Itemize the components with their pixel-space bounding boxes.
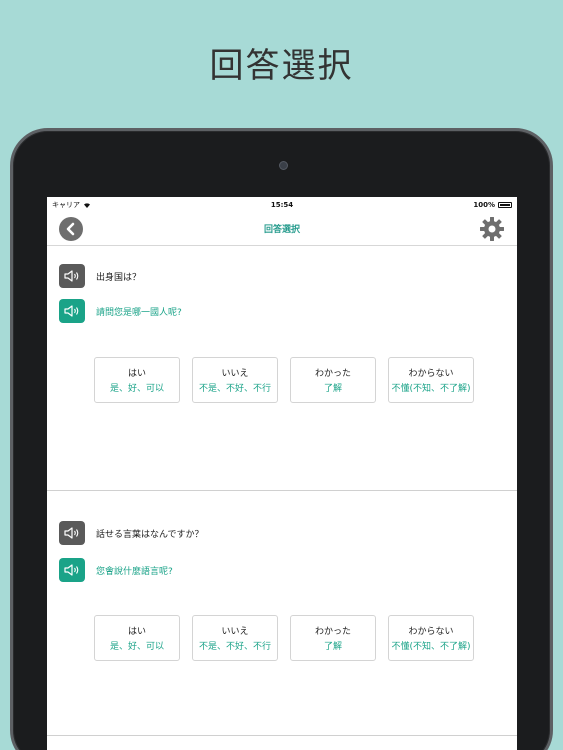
battery-icon [498, 201, 512, 208]
speaker-icon [64, 527, 79, 539]
answer-label-zh: 不是、不好、不行 [198, 384, 271, 394]
answer-label-jp: わからない [408, 369, 454, 379]
answer-label-jp: わかった [314, 369, 351, 379]
answer-button-dont-understand[interactable]: わからない 不懂(不知、不了解) [388, 357, 474, 403]
answer-button-yes[interactable]: はい 是、好、可以 [94, 357, 180, 403]
question-row: 出身国は？ [59, 264, 141, 288]
gear-icon[interactable] [479, 216, 505, 242]
translation-row: 請問您是哪一國人呢? [59, 299, 182, 323]
answer-label-jp: いいえ [221, 627, 249, 637]
answer-options: はい 是、好、可以 いいえ 不是、不好、不行 わかった 了解 わからない 不懂(… [94, 615, 474, 661]
answer-label-jp: わからない [408, 627, 454, 637]
speaker-icon [64, 270, 79, 282]
question-card: 出身国は？ 請問您是哪一國人呢? はい 是、好、可以 いいえ 不是、不好、不行 … [47, 246, 517, 491]
answer-label-zh: 不懂(不知、不了解) [391, 642, 471, 652]
speaker-button-zh[interactable] [59, 299, 85, 323]
answer-button-understood[interactable]: わかった 了解 [290, 615, 376, 661]
status-bar: キャリア 15:54 100% [47, 197, 517, 212]
speaker-button-jp[interactable] [59, 264, 85, 288]
nav-title: 回答選択 [263, 225, 300, 235]
battery-fill [500, 203, 510, 206]
question-row: 話せる言葉はなんですか？ [59, 521, 204, 545]
answer-label-zh: 了解 [323, 384, 342, 394]
question-text-jp: 出身国は？ [96, 272, 142, 283]
answer-label-zh: 不懂(不知、不了解) [391, 384, 471, 394]
translation-row: 您會說什麼語言呢? [59, 558, 173, 582]
answer-label-zh: 不是、不好、不行 [198, 642, 271, 652]
answer-label-jp: はい [127, 369, 146, 379]
answer-button-yes[interactable]: はい 是、好、可以 [94, 615, 180, 661]
answer-label-jp: わかった [314, 627, 351, 637]
nav-bar: 回答選択 [47, 212, 517, 246]
app-screen: キャリア 15:54 100% 回答選択 出身国は？ 請問您是哪一國人呢? はい… [47, 197, 517, 750]
answer-button-understood[interactable]: わかった 了解 [290, 357, 376, 403]
answer-options: はい 是、好、可以 いいえ 不是、不好、不行 わかった 了解 わからない 不懂(… [94, 357, 474, 403]
question-text-zh: 請問您是哪一國人呢? [96, 307, 182, 318]
ipad-frame: キャリア 15:54 100% 回答選択 出身国は？ 請問您是哪一國人呢? はい… [10, 128, 553, 750]
answer-label-zh: 是、好、可以 [109, 384, 164, 394]
speaker-icon [64, 564, 79, 576]
status-time: 15:54 [270, 200, 294, 209]
speaker-button-zh[interactable] [59, 558, 85, 582]
answer-button-no[interactable]: いいえ 不是、不好、不行 [192, 615, 278, 661]
question-card: 話せる言葉はなんですか？ 您會說什麼語言呢? はい 是、好、可以 いいえ 不是、… [47, 491, 517, 736]
question-text-jp: 話せる言葉はなんですか？ [96, 529, 204, 540]
answer-label-jp: いいえ [221, 369, 249, 379]
answer-label-zh: 是、好、可以 [109, 642, 164, 652]
camera [279, 161, 288, 170]
answer-button-no[interactable]: いいえ 不是、不好、不行 [192, 357, 278, 403]
answer-label-jp: はい [127, 627, 146, 637]
back-button[interactable] [59, 217, 83, 241]
chevron-left-icon [66, 222, 75, 236]
speaker-icon [64, 305, 79, 317]
speaker-button-jp[interactable] [59, 521, 85, 545]
answer-button-dont-understand[interactable]: わからない 不懂(不知、不了解) [388, 615, 474, 661]
answer-label-zh: 了解 [323, 642, 342, 652]
question-text-zh: 您會說什麼語言呢? [96, 566, 173, 577]
promo-title: 回答選択 [209, 46, 354, 86]
